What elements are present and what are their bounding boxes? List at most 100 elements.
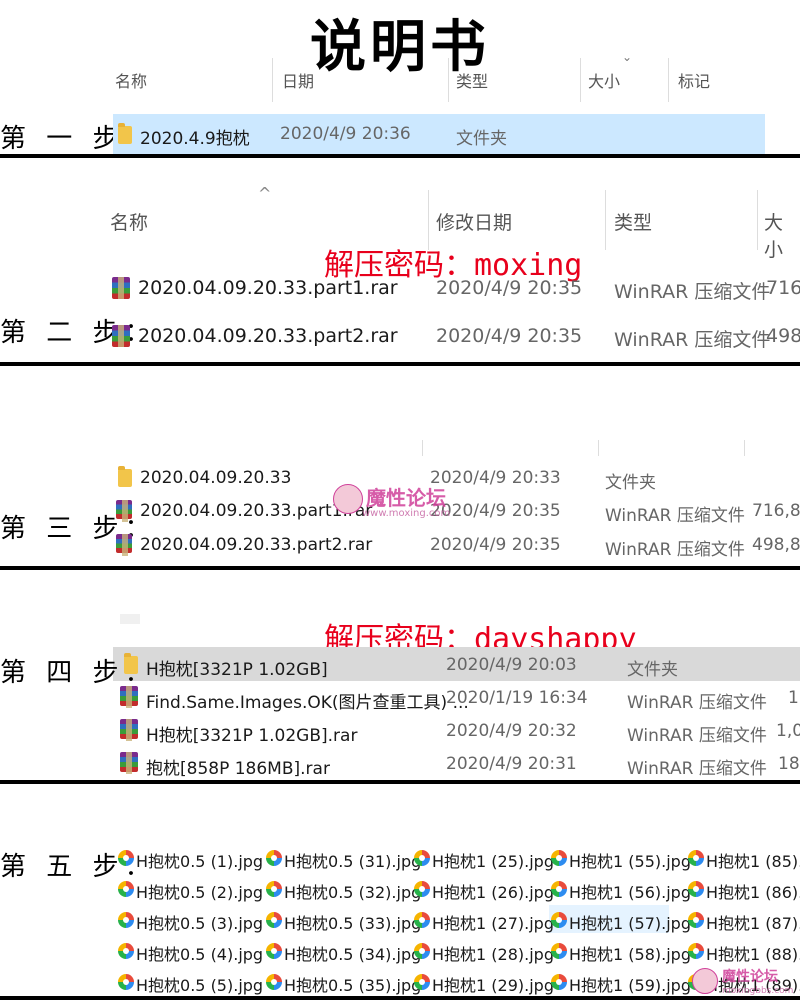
- image-file-icon: [118, 881, 134, 897]
- image-file-icon: [551, 943, 567, 959]
- watermark-text: 魔性论坛: [722, 969, 778, 985]
- file-date: 2020/1/19 16:34: [446, 688, 588, 708]
- watermark-url: moxingbbs.com: [722, 986, 794, 996]
- image-file-name: H抱枕1 (27).jpg: [432, 914, 554, 933]
- image-file-icon: [118, 943, 134, 959]
- watermark-avatar: [692, 968, 718, 994]
- column-separator[interactable]: [605, 190, 606, 250]
- file-name: 2020.4.9抱枕: [140, 129, 250, 149]
- image-file-icon: [266, 974, 282, 990]
- partial-header: [120, 614, 140, 624]
- folder-icon: [118, 123, 132, 144]
- file-name: 2020.04.09.20.33.part2.rar: [138, 325, 398, 347]
- column-separator[interactable]: [580, 58, 581, 102]
- image-file-name: H抱枕0.5 (35).jpg: [284, 976, 422, 995]
- section-divider: [0, 566, 800, 570]
- image-file-icon: [414, 974, 430, 990]
- image-file-icon: [414, 912, 430, 928]
- image-file-name: H抱枕1 (28).jpg: [432, 945, 554, 964]
- image-file-icon: [688, 912, 704, 928]
- file-name: 2020.04.09.20.33: [140, 468, 292, 488]
- image-file-name: H抱枕1 (58).jpg: [569, 945, 691, 964]
- column-separator[interactable]: [272, 58, 273, 102]
- column-separator[interactable]: [668, 58, 669, 102]
- file-date: 2020/4/9 20:36: [280, 124, 411, 144]
- image-file-icon: [266, 850, 282, 866]
- column-header-name[interactable]: 名称: [115, 68, 147, 92]
- image-file-name: H抱枕1 (25).jpg: [432, 852, 554, 871]
- image-file-icon: [688, 943, 704, 959]
- image-file-name: H抱枕0.5 (34).jpg: [284, 945, 422, 964]
- section-divider: [0, 780, 800, 784]
- sort-up-icon: ^: [258, 184, 272, 203]
- image-file-icon: [118, 912, 134, 928]
- image-file-name: H抱枕1 (85).jpg: [706, 852, 800, 871]
- column-header-tag[interactable]: 标记: [678, 68, 710, 92]
- image-file-icon: [118, 850, 134, 866]
- image-file-icon: [551, 912, 567, 928]
- winrar-archive-icon: [116, 500, 132, 522]
- column-header-size[interactable]: 大小: [764, 208, 800, 262]
- image-file-icon: [551, 881, 567, 897]
- image-file-icon: [414, 943, 430, 959]
- file-type: WinRAR 压缩文件: [627, 759, 767, 779]
- section-divider: [0, 996, 800, 1000]
- column-separator[interactable]: [422, 440, 423, 456]
- watermark-text: 魔性论坛: [366, 486, 446, 510]
- column-header-date[interactable]: 日期: [282, 68, 314, 92]
- step-5-label: 第 五 步：: [0, 852, 157, 882]
- image-file-name: H抱枕0.5 (31).jpg: [284, 852, 422, 871]
- step-3-label: 第 三 步：: [0, 514, 157, 544]
- column-header-modified-date[interactable]: 修改日期: [436, 208, 512, 235]
- image-file-icon: [266, 881, 282, 897]
- column-header-type[interactable]: 类型: [614, 208, 652, 235]
- image-file-icon: [118, 974, 134, 990]
- image-file-icon: [551, 974, 567, 990]
- image-file-name: H抱枕1 (55).jpg: [569, 852, 691, 871]
- column-separator[interactable]: [757, 190, 758, 250]
- folder-icon: [118, 466, 132, 487]
- column-header-type[interactable]: 类型: [456, 68, 488, 92]
- file-type: WinRAR 压缩文件: [614, 281, 771, 303]
- image-file-icon: [414, 850, 430, 866]
- image-file-icon: [551, 850, 567, 866]
- column-header-name[interactable]: 名称: [110, 208, 148, 235]
- image-file-name: H抱枕0.5 (2).jpg: [136, 883, 264, 902]
- file-type: 文件夹: [627, 660, 678, 680]
- image-file-icon: [688, 850, 704, 866]
- file-date: 2020/4/9 20:03: [446, 655, 577, 675]
- watermark-url: www.moxing.com: [362, 508, 451, 519]
- winrar-archive-icon: [112, 325, 130, 347]
- file-size: 498,87: [752, 535, 800, 555]
- column-separator[interactable]: [448, 58, 449, 102]
- image-file-name: H抱枕0.5 (32).jpg: [284, 883, 422, 902]
- image-file-name: H抱枕1 (29).jpg: [432, 976, 554, 995]
- image-file-name: H抱枕0.5 (1).jpg: [136, 852, 264, 871]
- file-name: 2020.04.09.20.33.part1.rar: [138, 277, 398, 299]
- file-date: 2020/4/9 20:33: [430, 468, 561, 488]
- file-name: 2020.04.09.20.33.part2.rar: [140, 535, 373, 555]
- file-type: WinRAR 压缩文件: [627, 693, 767, 713]
- file-type: 文件夹: [605, 473, 656, 493]
- image-file-name: H抱枕0.5 (5).jpg: [136, 976, 264, 995]
- file-date: 2020/4/9 20:35: [436, 277, 583, 299]
- file-type: 文件夹: [456, 129, 507, 149]
- image-file-name: H抱枕1 (87).jpg: [706, 914, 800, 933]
- file-type: WinRAR 压缩文件: [605, 506, 745, 526]
- winrar-archive-icon: [120, 686, 138, 708]
- column-header-size[interactable]: 大小: [588, 68, 620, 92]
- file-name: 抱枕[858P 186MB].rar: [146, 759, 330, 779]
- column-separator[interactable]: [598, 440, 599, 456]
- image-file-name: H抱枕0.5 (3).jpg: [136, 914, 264, 933]
- column-separator[interactable]: [744, 440, 745, 456]
- file-size: 1,0: [776, 721, 800, 741]
- image-file-name: H抱枕1 (88).jpg: [706, 945, 800, 964]
- watermark-avatar: [333, 484, 363, 514]
- file-type: WinRAR 压缩文件: [614, 329, 771, 351]
- winrar-archive-icon: [112, 277, 130, 299]
- sort-down-icon: ⌄: [622, 50, 633, 64]
- winrar-archive-icon: [120, 752, 138, 774]
- image-file-name: H抱枕1 (57).jpg: [569, 914, 691, 933]
- file-date: 2020/4/9 20:35: [430, 535, 561, 555]
- folder-icon: [124, 653, 138, 674]
